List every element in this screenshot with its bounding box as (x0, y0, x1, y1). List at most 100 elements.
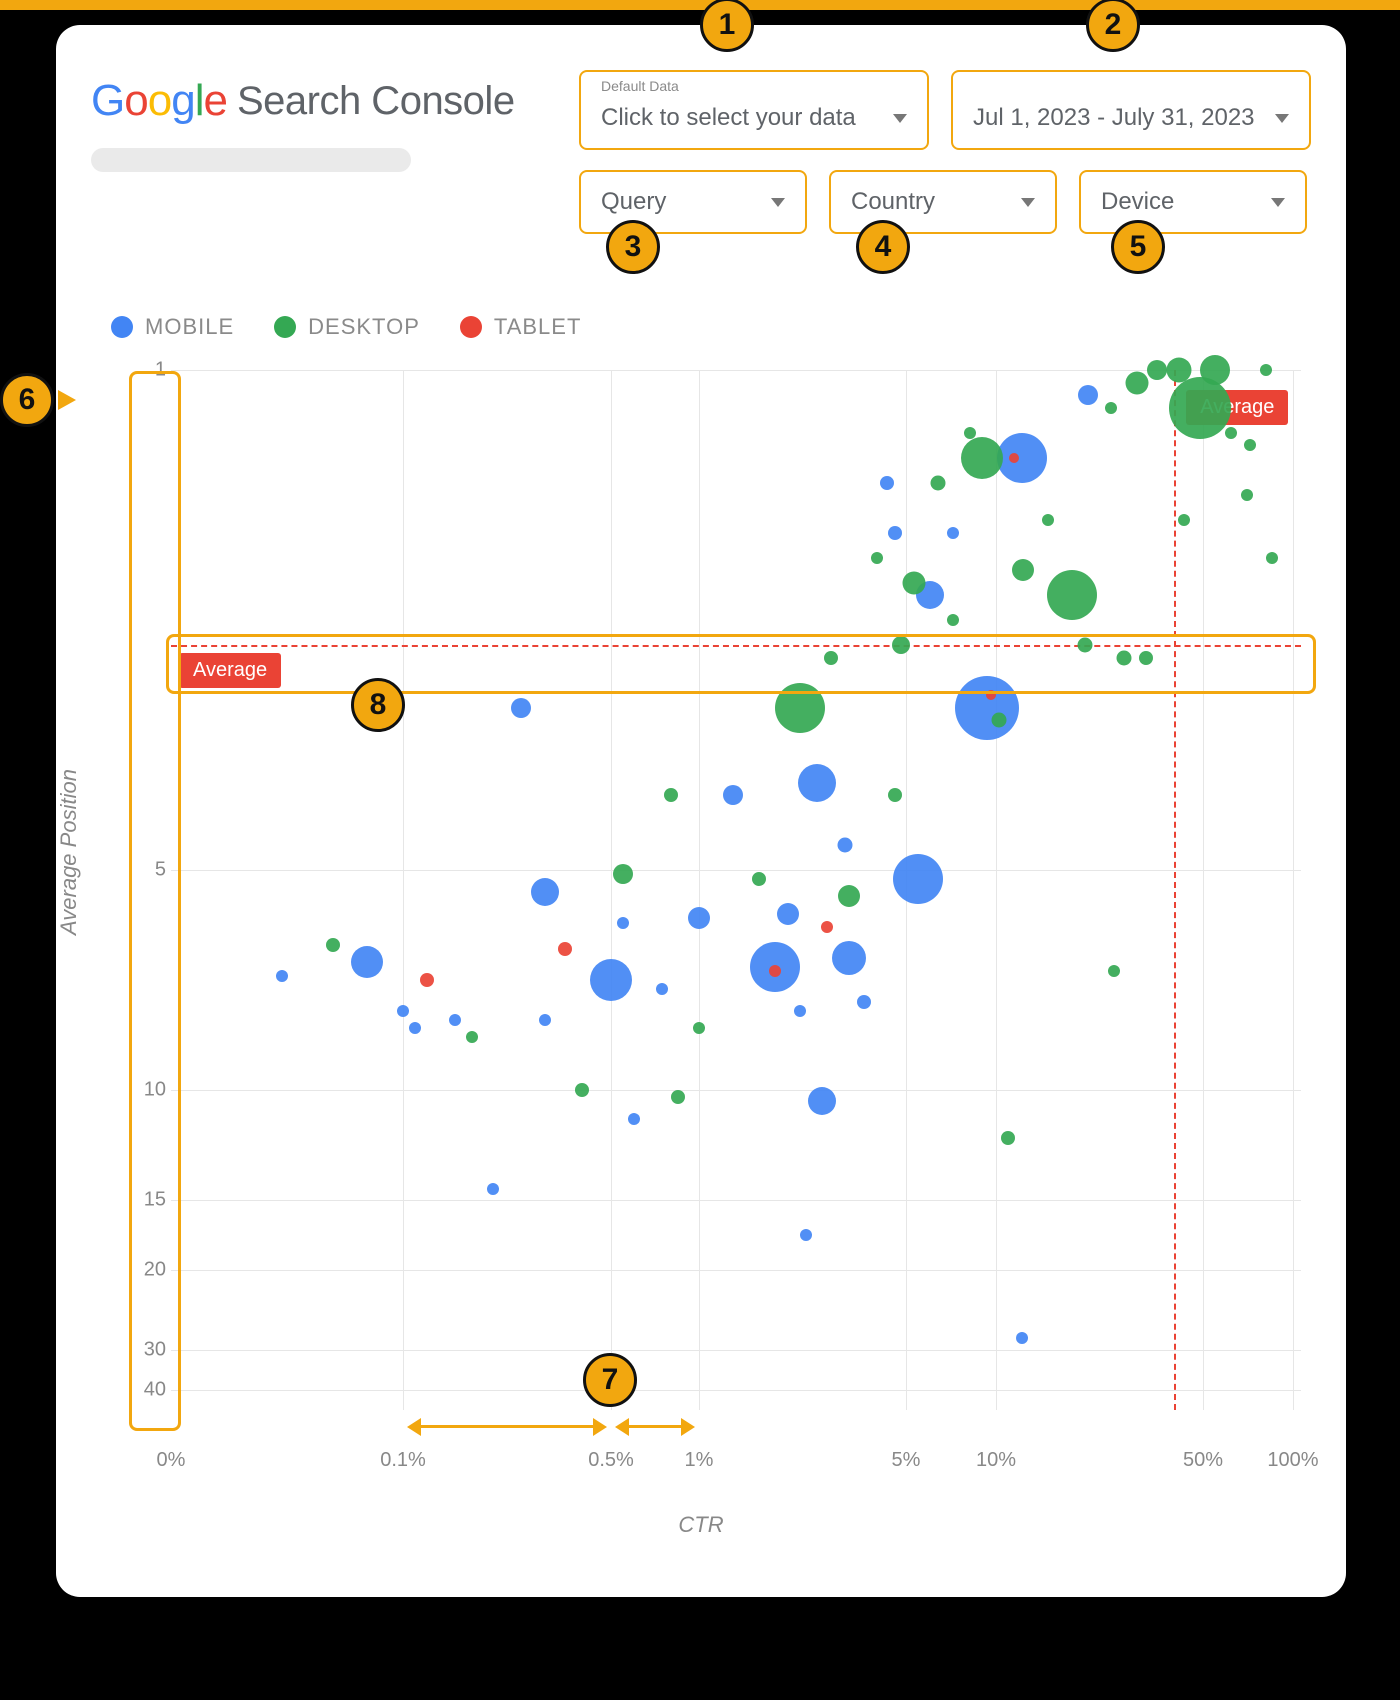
grid-line (171, 370, 1301, 371)
data-point (617, 917, 629, 929)
data-point (931, 475, 946, 490)
annotation-box-avg-position (166, 634, 1316, 694)
grid-line (171, 870, 1301, 871)
data-point (991, 713, 1006, 728)
data-point (693, 1022, 705, 1034)
callout-1: 1 (700, 0, 754, 52)
brand-header: Google Search Console (91, 76, 515, 126)
legend-label: TABLET (494, 314, 582, 340)
data-point (857, 995, 871, 1009)
callout-2: 2 (1086, 0, 1140, 52)
legend-label: DESKTOP (308, 314, 420, 340)
data-point (575, 1083, 589, 1097)
data-point (590, 959, 632, 1001)
country-filter-label: Country (851, 188, 935, 216)
data-point (1108, 965, 1120, 977)
data-point (1001, 1131, 1015, 1145)
data-point (466, 1031, 478, 1043)
x-axis-label: CTR (91, 1512, 1311, 1538)
data-point (777, 903, 799, 925)
data-point (1078, 385, 1098, 405)
legend-tablet: TABLET (460, 314, 582, 340)
chevron-down-icon (1021, 198, 1035, 207)
callout-3: 3 (606, 220, 660, 274)
x-tick-label: 50% (1183, 1449, 1223, 1472)
data-point (832, 941, 866, 975)
data-point (1169, 377, 1231, 439)
data-point (752, 872, 766, 886)
callout-7: 7 (583, 1353, 637, 1407)
x-tick-label: 1% (685, 1449, 714, 1472)
data-point (808, 1087, 836, 1115)
data-point (1200, 355, 1230, 385)
grid-line (1293, 370, 1294, 1410)
grid-line (171, 1350, 1301, 1351)
data-point (1105, 402, 1117, 414)
chevron-down-icon (771, 198, 785, 207)
data-point (531, 878, 559, 906)
country-filter-dropdown[interactable]: Country (829, 170, 1057, 234)
data-point (794, 1005, 806, 1017)
data-point (1126, 371, 1149, 394)
google-logo: Google (91, 76, 227, 126)
data-selector-dropdown[interactable]: Default Data Click to select your data (579, 70, 929, 150)
x-tick-label: 0.1% (380, 1449, 426, 1472)
legend: MOBILE DESKTOP TABLET (111, 314, 1311, 340)
data-selector-label: Click to select your data (601, 104, 856, 132)
data-point (997, 433, 1047, 483)
device-filter-dropdown[interactable]: Device (1079, 170, 1307, 234)
grid-line (996, 370, 997, 1410)
query-filter-label: Query (601, 188, 666, 216)
subtitle-placeholder (91, 148, 411, 172)
data-point (351, 946, 383, 978)
data-point (449, 1014, 461, 1026)
x-tick-label: 10% (976, 1449, 1016, 1472)
circle-icon (111, 316, 133, 338)
data-point (558, 942, 572, 956)
data-selector-small-label: Default Data (601, 78, 679, 94)
callout-4: 4 (856, 220, 910, 274)
avg-ctr-line (1174, 370, 1176, 1410)
circle-icon (460, 316, 482, 338)
date-range-label: Jul 1, 2023 - July 31, 2023 (973, 104, 1255, 132)
y-axis-label: Average Position (56, 769, 82, 935)
data-point (487, 1183, 499, 1195)
chevron-down-icon (1275, 114, 1289, 123)
dashboard-card: Google Search Console Default Data Click… (56, 25, 1346, 1597)
data-point (893, 854, 943, 904)
legend-mobile: MOBILE (111, 314, 234, 340)
data-point (1009, 453, 1019, 463)
data-point (1225, 427, 1237, 439)
grid-line (171, 1270, 1301, 1271)
data-point (871, 552, 883, 564)
callout-8: 8 (351, 678, 405, 732)
data-point (769, 965, 781, 977)
data-point (409, 1022, 421, 1034)
data-point (326, 938, 340, 952)
data-point (539, 1014, 551, 1026)
annotation-box-yaxis (129, 371, 181, 1431)
callout-5: 5 (1111, 220, 1165, 274)
x-tick-label: 0.5% (588, 1449, 634, 1472)
query-filter-dropdown[interactable]: Query (579, 170, 807, 234)
grid-line (171, 1200, 1301, 1201)
data-point (1047, 570, 1097, 620)
data-point (688, 907, 710, 929)
circle-icon (274, 316, 296, 338)
data-point (888, 788, 902, 802)
data-point (613, 864, 633, 884)
data-point (947, 614, 959, 626)
data-point (1042, 514, 1054, 526)
data-point (723, 785, 743, 805)
data-point (837, 838, 852, 853)
data-point (902, 571, 925, 594)
x-tick-label: 0% (157, 1449, 186, 1472)
plot-area: AverageAverage (171, 370, 1301, 1410)
top-accent-bar (0, 0, 1400, 10)
data-point (1178, 514, 1190, 526)
data-point (1260, 364, 1272, 376)
data-point (838, 885, 860, 907)
legend-label: MOBILE (145, 314, 234, 340)
date-range-dropdown[interactable]: Jul 1, 2023 - July 31, 2023 (951, 70, 1311, 150)
legend-desktop: DESKTOP (274, 314, 420, 340)
